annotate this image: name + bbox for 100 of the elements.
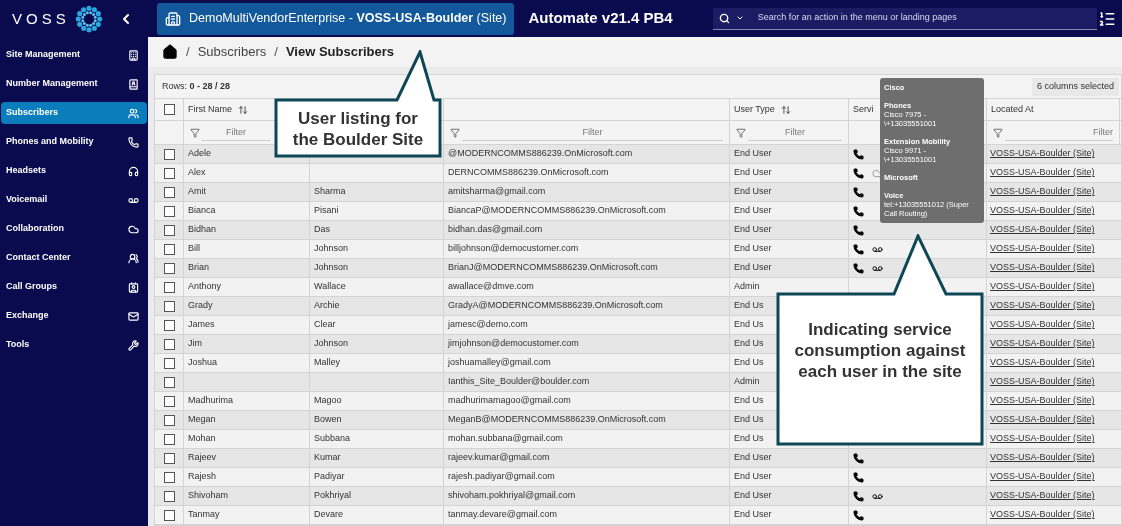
checkbox[interactable]	[163, 376, 175, 388]
home-icon[interactable]	[162, 44, 178, 61]
table-cell: amitsharma@gmail.com	[448, 185, 546, 199]
location-link[interactable]: VOSS-USA-Boulder (Site)	[990, 261, 1095, 275]
table-cell: awallace@dmve.com	[448, 280, 534, 294]
sidebar-item[interactable]: Subscribers	[1, 102, 147, 124]
table-cell: Bill	[188, 242, 200, 256]
table-cell: End Us	[734, 318, 764, 332]
table-cell: End Us	[734, 337, 764, 351]
menu-icon[interactable]	[1098, 9, 1116, 28]
sidebar-item[interactable]: Exchange	[1, 305, 147, 327]
table-cell: End User	[734, 242, 772, 256]
table-cell: End Us	[734, 394, 764, 408]
site-button[interactable]: DemoMultiVendorEnterprise - VOSS-USA-Boulder (Site)	[157, 2, 515, 35]
sidebar-item[interactable]: Site Management	[1, 44, 147, 66]
column-header[interactable]: Servi	[853, 102, 874, 117]
location-link[interactable]: VOSS-USA-Boulder (Site)	[990, 508, 1095, 522]
table-cell: Tanmay	[188, 508, 220, 522]
filter-icon	[190, 127, 200, 138]
table-cell: jamesc@demo.com	[448, 318, 528, 332]
location-link[interactable]: VOSS-USA-Boulder (Site)	[990, 299, 1095, 313]
sidebar-item[interactable]: Headsets	[1, 160, 147, 182]
checkbox[interactable]	[163, 281, 175, 293]
location-link[interactable]: VOSS-USA-Boulder (Site)	[990, 318, 1095, 332]
location-link[interactable]: VOSS-USA-Boulder (Site)	[990, 223, 1095, 237]
filter-icon	[736, 127, 746, 138]
location-link[interactable]: VOSS-USA-Boulder (Site)	[990, 166, 1095, 180]
sidebar-item[interactable]: Number Management	[1, 73, 147, 95]
table-cell: Alex	[188, 166, 206, 180]
table-cell: Anthony	[188, 280, 222, 294]
column-header[interactable]: Located At	[991, 102, 1034, 117]
table-cell: Bowen	[314, 413, 342, 427]
sidebar-item[interactable]: Phones and Mobility	[1, 131, 147, 153]
sidebar-item[interactable]: Contact Center	[1, 247, 147, 269]
checkbox[interactable]	[163, 490, 175, 502]
sort-icon[interactable]	[238, 104, 248, 115]
location-link[interactable]: VOSS-USA-Boulder (Site)	[990, 413, 1095, 427]
breadcrumb-item[interactable]: Subscribers	[197, 42, 267, 62]
checkbox[interactable]	[163, 509, 175, 521]
location-link[interactable]: VOSS-USA-Boulder (Site)	[990, 242, 1095, 256]
search-field[interactable]: Search for an action in the menu or landing pages	[757, 11, 1091, 25]
sidebar-item[interactable]: Call Groups	[1, 276, 147, 298]
building-icon	[165, 10, 181, 27]
location-link[interactable]: VOSS-USA-Boulder (Site)	[990, 489, 1095, 503]
columns-button[interactable]: 6 columns selected	[1031, 77, 1119, 96]
sort-icon[interactable]	[780, 104, 791, 115]
column-header[interactable]: User Type	[734, 102, 775, 117]
location-link[interactable]: VOSS-USA-Boulder (Site)	[990, 337, 1095, 351]
checkbox[interactable]	[163, 414, 175, 426]
checkbox[interactable]	[163, 224, 175, 236]
location-link[interactable]: VOSS-USA-Boulder (Site)	[990, 432, 1095, 446]
checkbox[interactable]	[163, 300, 175, 312]
checkbox[interactable]	[163, 262, 175, 274]
checkbox[interactable]	[163, 319, 175, 331]
filter-field[interactable]: Filter	[202, 124, 270, 141]
table-cell: End Us	[734, 356, 764, 370]
logo-ring-icon	[73, 4, 104, 34]
phone-icon	[853, 205, 864, 217]
breadcrumb-item: View Subscribers	[285, 43, 395, 62]
checkbox[interactable]	[163, 104, 175, 115]
location-link[interactable]: VOSS-USA-Boulder (Site)	[990, 147, 1095, 161]
checkbox[interactable]	[163, 243, 175, 255]
checkbox[interactable]	[163, 338, 175, 350]
location-link[interactable]: VOSS-USA-Boulder (Site)	[990, 394, 1095, 408]
table-cell: Malley	[314, 356, 340, 370]
search-bar[interactable]: Search for an action in the menu or landing pages	[712, 7, 1097, 30]
checkbox[interactable]	[163, 395, 175, 407]
location-link[interactable]: VOSS-USA-Boulder (Site)	[990, 375, 1095, 389]
table-cell: Admin	[734, 280, 760, 294]
location-link[interactable]: VOSS-USA-Boulder (Site)	[990, 356, 1095, 370]
sidebar-item[interactable]: Tools	[1, 334, 147, 356]
checkbox[interactable]	[163, 205, 175, 217]
location-link[interactable]: VOSS-USA-Boulder (Site)	[990, 470, 1095, 484]
sidebar-item[interactable]: Voicemail	[1, 189, 147, 211]
filter-field[interactable]: Filter	[462, 124, 723, 141]
checkbox[interactable]	[163, 186, 175, 198]
location-link[interactable]: VOSS-USA-Boulder (Site)	[990, 185, 1095, 199]
location-link[interactable]: VOSS-USA-Boulder (Site)	[990, 204, 1095, 218]
table-cell: Das	[314, 223, 330, 237]
filter-field[interactable]: Filter	[748, 124, 842, 141]
column-header[interactable]: First Name	[188, 102, 232, 117]
checkbox[interactable]	[163, 167, 175, 179]
checkbox[interactable]	[163, 433, 175, 445]
table-cell: End User	[734, 223, 772, 237]
checkbox[interactable]	[163, 357, 175, 369]
table-cell: End User	[734, 508, 772, 522]
wrench-icon	[128, 339, 139, 351]
checkbox[interactable]	[163, 452, 175, 464]
filter-icon	[450, 127, 460, 138]
sidebar-item[interactable]: Collaboration	[1, 218, 147, 240]
checkbox[interactable]	[163, 471, 175, 483]
table-cell: Bianca	[188, 204, 216, 218]
checkbox[interactable]	[163, 148, 175, 160]
phone-icon	[853, 452, 864, 464]
phone-icon	[853, 262, 864, 274]
location-link[interactable]: VOSS-USA-Boulder (Site)	[990, 451, 1095, 465]
filter-field[interactable]: Filter	[1005, 124, 1113, 141]
table-cell: mohan.subbana@gmail.com	[448, 432, 563, 446]
location-link[interactable]: VOSS-USA-Boulder (Site)	[990, 280, 1095, 294]
table-cell: Pisani	[314, 204, 339, 218]
